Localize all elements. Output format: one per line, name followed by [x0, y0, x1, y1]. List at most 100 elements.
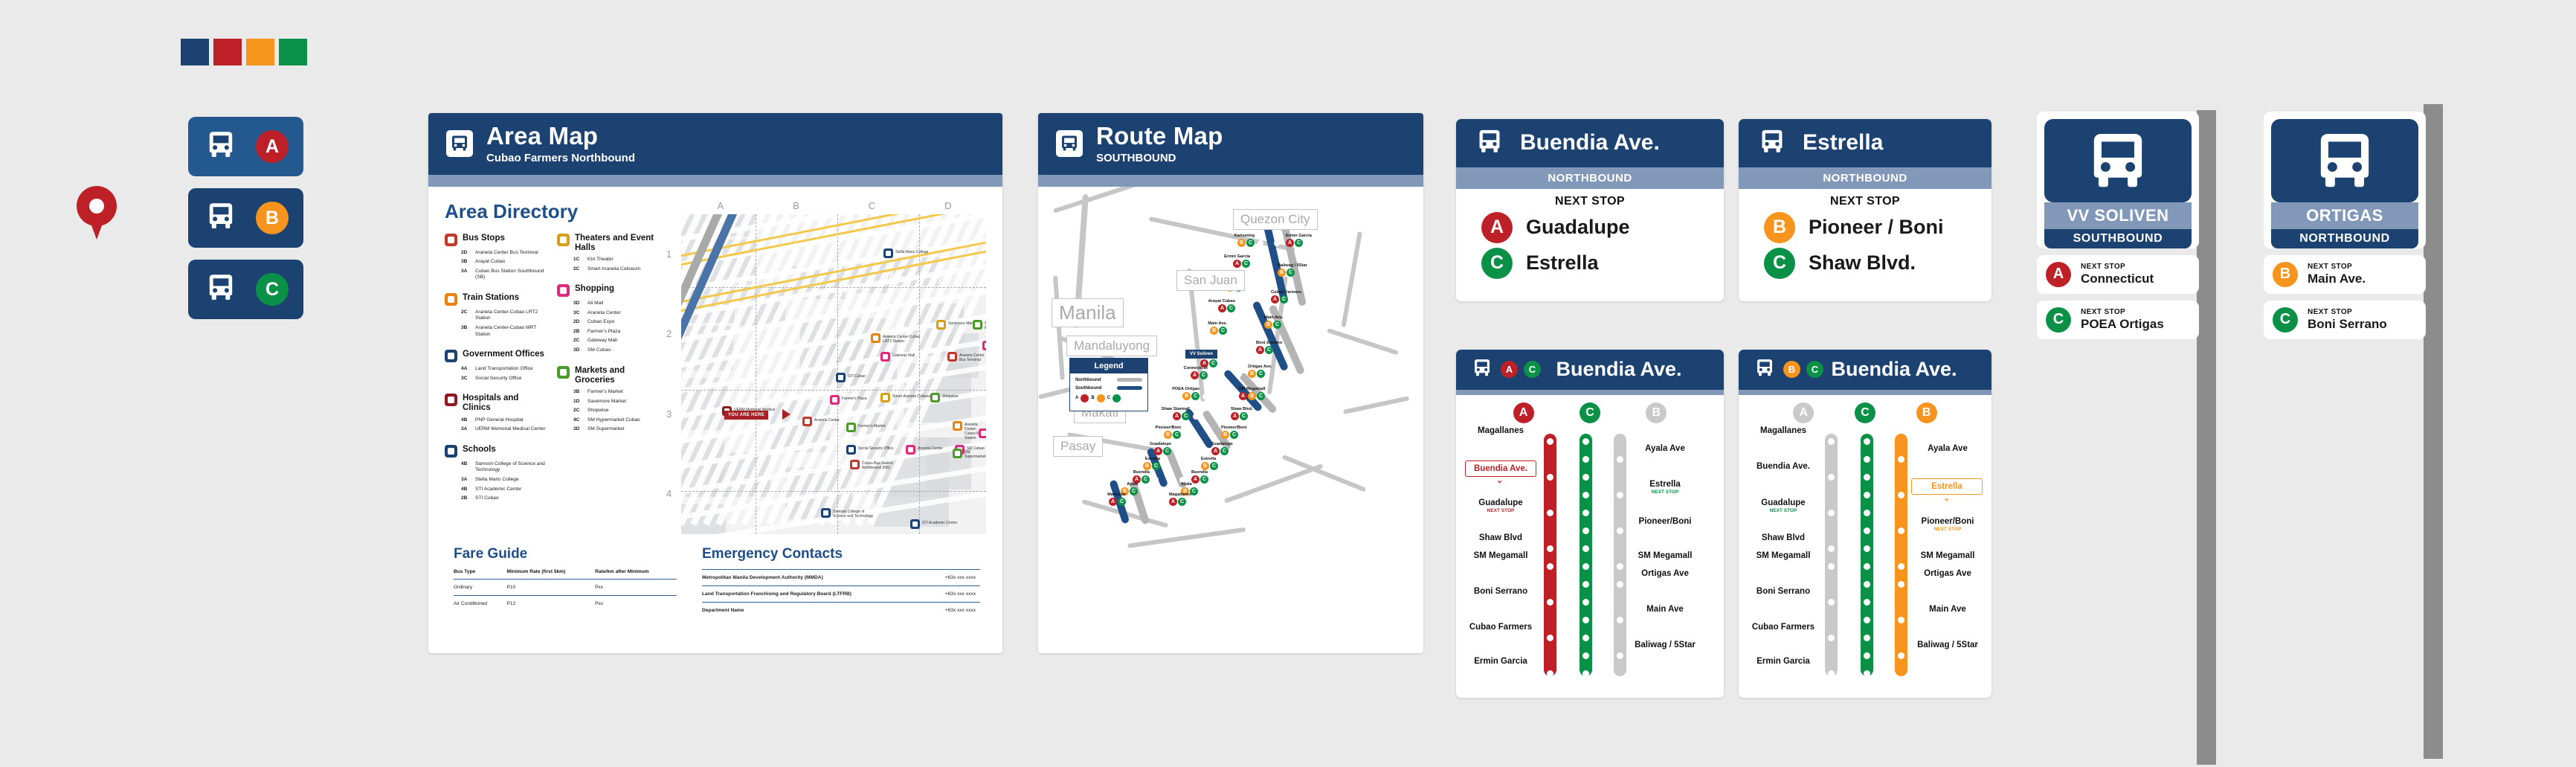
directory-item[interactable]: 3D SM Supermarket — [573, 426, 659, 433]
fare-cell: Ordinary — [454, 578, 507, 596]
directory-item[interactable]: 3C Araneta Center — [573, 310, 659, 317]
shopping-icon[interactable] — [830, 394, 840, 405]
route-stop-dot — [1547, 437, 1553, 445]
directory-item[interactable]: 1C KIA Theater — [573, 257, 659, 263]
route-badge-c: C — [256, 273, 289, 306]
route-card-a[interactable]: A — [188, 117, 303, 176]
school-icon[interactable] — [910, 519, 920, 529]
directory-item[interactable]: 4A Land Transportation Office — [461, 366, 547, 373]
current-stop-box[interactable]: Buendia Ave. — [1465, 460, 1536, 477]
directory-item[interactable]: 4B Samson College of Science and Technolo… — [461, 461, 547, 474]
school-icon[interactable] — [883, 248, 893, 258]
route-map-stop[interactable]: Ortigas Ave. B C — [1248, 365, 1272, 378]
next-stop-body: NEXT STOP A Guadalupe C Estrella — [1456, 189, 1724, 295]
directory-item[interactable]: 3A Stella Maris College — [461, 477, 547, 484]
map-row-labels: 1 2 3 4 — [666, 214, 681, 534]
market-icon[interactable] — [953, 448, 962, 458]
directory-item[interactable]: 3B Arayat Cubao — [461, 259, 547, 266]
directory-item[interactable]: 2B STI Cubao — [461, 495, 547, 502]
directory-item[interactable]: 2C Smart Araneta Coliseum — [573, 266, 659, 273]
route-map-stop[interactable]: Guadalupe A C — [1128, 442, 1171, 455]
route-map-stop[interactable]: Pioneer/Boni B C — [1138, 426, 1181, 439]
market-icon[interactable] — [846, 422, 856, 432]
directory-item[interactable]: 2C Gateway Mall — [573, 338, 659, 344]
fare-header-cell: Minimum Rate (first 5km) — [506, 568, 566, 574]
theater-icon[interactable] — [936, 319, 946, 330]
directory-item[interactable]: 4B PNP General Hospital — [461, 417, 547, 424]
route-map-stop[interactable]: Guadalupe A C — [1211, 442, 1233, 455]
route-map-stop-name: Arayat Cubao — [1208, 298, 1235, 304]
directory-item[interactable]: 2C Shopwise — [573, 408, 659, 414]
route-map-stop[interactable]: Mantrade A C — [1083, 492, 1126, 506]
route-stop-label: Ortigas Ave — [1641, 568, 1689, 578]
directory-item[interactable]: 3C Social Security Office — [461, 376, 547, 382]
directory-item[interactable]: 4B STI Academic Center — [461, 487, 547, 493]
route-map-stop[interactable]: SM Megamall A B C — [1239, 387, 1265, 400]
route-map-stop[interactable]: Ermin Garcia A C — [1207, 254, 1250, 268]
route-map-stop[interactable]: Ermin Garcia A C — [1286, 234, 1312, 247]
route-map-stop[interactable]: POEA Ortigas B C — [1156, 387, 1200, 400]
government-icon[interactable] — [846, 444, 856, 455]
directory-item-key: 2D — [573, 319, 580, 325]
directory-item[interactable]: 3D SM Cubao — [573, 347, 659, 354]
route-map-canvas[interactable]: KamuningBCErmin GarciaACMonte de PiedadB… — [1038, 186, 1423, 653]
pole-next-stop-row: A NEXT STOP Connecticut — [2037, 254, 2199, 294]
directory-item[interactable]: 2B Farmer's Plaza — [573, 329, 659, 336]
school-icon[interactable] — [821, 507, 831, 518]
shopping-icon[interactable] — [979, 428, 986, 438]
route-map-stop[interactable]: Boni Serrano A C — [1256, 341, 1282, 354]
train-icon[interactable] — [953, 420, 962, 431]
directory-item[interactable]: 1D Savemore Market — [573, 399, 659, 405]
route-map-stop[interactable]: Baliwag / 5Star B C — [1278, 263, 1307, 277]
market-icon[interactable] — [930, 392, 940, 402]
map-canvas[interactable]: Stella Maris CollegeSavemore MarketSavem… — [681, 214, 986, 534]
train-icon[interactable] — [871, 333, 880, 343]
route-map-stop[interactable]: Shaw Blvd. A C — [1231, 407, 1253, 420]
route-stop-dot — [1898, 491, 1904, 498]
directory-item[interactable]: 3B Farmer's Market — [573, 389, 659, 396]
route-stop-dot — [1617, 616, 1623, 623]
government-icon — [445, 350, 457, 363]
directory-item[interactable]: 3B Araneta Center-Cubao MRT Station — [461, 325, 547, 338]
directory-item[interactable]: 3D Ali Mall — [573, 301, 659, 307]
route-map-stop[interactable]: Kamuning B C — [1211, 234, 1255, 247]
directory-item[interactable]: 2C Araneta Center-Cubao LRT2 Station — [461, 309, 547, 322]
directory-item[interactable]: 3A Cubao Bus Station Southbound (SB) — [461, 269, 547, 281]
route-map-stop[interactable]: Magallanes A C — [1169, 492, 1191, 506]
school-icon[interactable] — [836, 372, 846, 382]
route-stop-dot — [1582, 437, 1589, 445]
directory-item-label: Ali Mall — [587, 301, 604, 307]
market-icon[interactable] — [973, 319, 982, 330]
directory-item[interactable]: 4C SM Hypermarket Cubao — [573, 417, 659, 424]
shopping-icon[interactable] — [982, 340, 986, 350]
route-map-stop[interactable]: Cubao Farmers A C — [1271, 290, 1301, 304]
theater-icon[interactable] — [880, 392, 890, 402]
shopping-icon[interactable] — [880, 351, 890, 362]
bus-stop-icon[interactable] — [947, 351, 957, 362]
directory-item[interactable]: 3A UERM Memorial Medical Center — [461, 426, 547, 433]
route-card-b[interactable]: B — [188, 188, 303, 248]
directory-item[interactable]: 2D Cubao Expo — [573, 319, 659, 326]
bus-stop-icon[interactable] — [850, 459, 860, 469]
route-map-stop-name: Buendia — [1191, 469, 1208, 475]
directory-item-label: Farmer's Market — [587, 389, 623, 395]
route-map-stop[interactable]: Main Ave. B C — [1264, 315, 1284, 329]
route-map-stop[interactable]: Estrella B C — [1117, 457, 1160, 470]
bus-icon — [2093, 133, 2142, 187]
directory-item[interactable]: 2D Araneta Center Bus Terminal — [461, 250, 547, 257]
route-stop-dot — [1617, 527, 1623, 534]
shopping-icon[interactable] — [906, 444, 915, 455]
city-label: Manila — [1052, 298, 1124, 327]
route-map-stop[interactable]: Main Ave. B C — [1184, 321, 1227, 335]
map-gridline — [681, 286, 986, 288]
route-map-stop[interactable]: Arayat Cubao A C — [1192, 299, 1235, 312]
route-map-stop[interactable]: Estrella B C — [1201, 457, 1218, 470]
current-stop-box[interactable]: Estrella — [1911, 478, 1983, 495]
route-map-stop[interactable]: VV Soliven A C — [1174, 345, 1217, 368]
bus-stop-icon[interactable] — [802, 416, 812, 426]
route-map-stop[interactable]: Shaw Starmall A C — [1147, 407, 1190, 420]
route-map-stop[interactable]: Pioneer/Boni B C — [1221, 426, 1247, 439]
route-stop-label: SM Megamall — [1638, 551, 1693, 560]
route-map-stop[interactable]: Connecticut A C — [1165, 366, 1208, 379]
route-card-c[interactable]: C — [188, 260, 303, 319]
